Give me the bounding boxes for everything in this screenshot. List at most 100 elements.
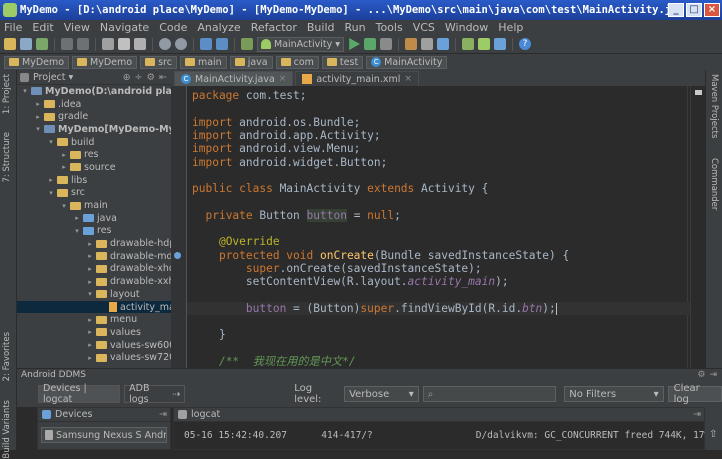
menu-item-tools[interactable]: Tools	[376, 21, 403, 34]
maven-projects-tool-tab[interactable]: Maven Projects	[709, 74, 719, 138]
redo-icon[interactable]	[77, 38, 89, 50]
collapsed-arrow-icon[interactable]: ▸	[86, 316, 94, 324]
override-marker-icon[interactable]	[174, 252, 181, 259]
breadcrumb-item[interactable]: MyDemo	[4, 55, 70, 69]
expanded-arrow-icon[interactable]: ▾	[34, 125, 42, 133]
help-icon[interactable]: ?	[519, 38, 531, 50]
breadcrumb-item[interactable]: src	[140, 55, 177, 69]
minimize-button[interactable]: _	[668, 3, 684, 17]
tree-node[interactable]: ▸ libs	[17, 174, 171, 187]
debug-icon[interactable]	[364, 38, 376, 50]
expanded-arrow-icon[interactable]: ▾	[86, 290, 94, 298]
tree-node[interactable]: ▸ menu	[17, 313, 171, 326]
tree-node[interactable]: ▸ values	[17, 326, 171, 339]
project-view-selector[interactable]: Project ▾	[33, 72, 73, 83]
collapsed-arrow-icon[interactable]: ▸	[86, 341, 94, 349]
stop-icon[interactable]	[380, 38, 392, 50]
menu-item-edit[interactable]: Edit	[32, 21, 53, 34]
gear-icon[interactable]: ⚙	[697, 370, 705, 380]
menu-item-help[interactable]: Help	[498, 21, 523, 34]
breadcrumb-item[interactable]: MyDemo	[72, 55, 138, 69]
structure-tool-tab[interactable]: 7: Structure	[2, 132, 12, 183]
tree-node[interactable]: ▸ res	[17, 148, 171, 161]
sdk-icon[interactable]	[494, 38, 506, 50]
tab-devices-logcat[interactable]: Devices | logcat	[38, 383, 121, 405]
tree-node[interactable]: ▾ res	[17, 225, 171, 238]
close-button[interactable]: ×	[704, 3, 720, 17]
device-select[interactable]: Samsung Nexus S Android ▾	[41, 427, 167, 443]
tree-node[interactable]: ▾ main	[17, 199, 171, 212]
tree-node[interactable]: ▾ MyDemo (D:\android place\MyDemo)	[17, 85, 171, 98]
commander-tool-tab[interactable]: Commander	[709, 158, 719, 210]
collapse-all-icon[interactable]: ÷	[135, 72, 143, 83]
make-icon[interactable]	[241, 38, 253, 50]
menu-item-refactor[interactable]: Refactor	[251, 21, 297, 34]
editor-scrollbar[interactable]	[690, 86, 705, 368]
breadcrumb-item[interactable]: C MainActivity	[366, 55, 448, 69]
collapsed-arrow-icon[interactable]: ▸	[34, 100, 42, 108]
collapsed-arrow-icon[interactable]: ▸	[86, 265, 94, 273]
tree-node[interactable]: ▸ values-sw720dp-land	[17, 351, 171, 364]
collapsed-arrow-icon[interactable]: ▸	[86, 354, 94, 362]
collapsed-arrow-icon[interactable]: ▸	[86, 278, 94, 286]
collapsed-arrow-icon[interactable]: ▸	[86, 252, 94, 260]
pin-icon[interactable]: ⇥	[159, 409, 167, 420]
code-editor[interactable]: package com.test; import android.os.Bundl…	[187, 86, 690, 368]
expanded-arrow-icon[interactable]: ▾	[47, 138, 55, 146]
close-tab-icon[interactable]: ×	[279, 74, 287, 84]
expanded-arrow-icon[interactable]: ▾	[73, 227, 81, 235]
menu-item-file[interactable]: File	[4, 21, 22, 34]
breadcrumb-item[interactable]: test	[321, 55, 364, 69]
collapsed-arrow-icon[interactable]: ▸	[73, 214, 81, 222]
tree-node[interactable]: ▾ MyDemo [MyDemo-MyDemo]	[17, 123, 171, 136]
paste-icon[interactable]	[134, 38, 146, 50]
menu-item-window[interactable]: Window	[445, 21, 488, 34]
menu-item-code[interactable]: Code	[159, 21, 187, 34]
gear-icon[interactable]: ⚙	[147, 72, 156, 83]
copy-icon[interactable]	[118, 38, 130, 50]
log-level-select[interactable]: Verbose ▾	[344, 386, 419, 402]
back-icon[interactable]	[200, 38, 212, 50]
menu-item-run[interactable]: Run	[345, 21, 366, 34]
collapsed-arrow-icon[interactable]: ▸	[86, 328, 94, 336]
breadcrumb-item[interactable]: main	[179, 55, 227, 69]
project-structure-icon[interactable]	[421, 38, 433, 50]
tree-node[interactable]: ▾ src	[17, 187, 171, 200]
pin-icon[interactable]: ⇥	[693, 409, 701, 420]
tree-node[interactable]: ▸ gradle	[17, 110, 171, 123]
tree-node[interactable]: ▸ drawable-xxhdpi	[17, 275, 171, 288]
menu-item-view[interactable]: View	[64, 21, 90, 34]
cut-icon[interactable]	[102, 38, 114, 50]
breadcrumb-item[interactable]: java	[229, 55, 273, 69]
collapsed-arrow-icon[interactable]: ▸	[34, 113, 42, 121]
collapsed-arrow-icon[interactable]: ▸	[47, 176, 55, 184]
tree-node[interactable]: ▸ source	[17, 161, 171, 174]
tree-node[interactable]: ▸ drawable-mdpi	[17, 250, 171, 263]
tree-node[interactable]: ▾ layout	[17, 288, 171, 301]
clear-log-button[interactable]: Clear log	[667, 383, 722, 405]
sync-tree-icon[interactable]: ⊕	[123, 72, 131, 83]
save-icon[interactable]	[20, 38, 32, 50]
favorites-tool-tab[interactable]: 2: Favorites	[2, 332, 12, 381]
tree-node[interactable]: ▸ values-sw600dp	[17, 339, 171, 352]
run-icon[interactable]	[349, 38, 360, 50]
tree-node[interactable]: ▸ drawable-hdpi	[17, 237, 171, 250]
run-configuration-select[interactable]: MainActivity ▾	[257, 36, 344, 52]
editor-tab[interactable]: activity_main.xml ×	[295, 71, 419, 86]
hide-panel-icon[interactable]: ⇤	[159, 72, 167, 83]
project-tool-tab[interactable]: 1: Project	[2, 74, 12, 114]
tree-node[interactable]: ▸ java	[17, 212, 171, 225]
undo-icon[interactable]	[61, 38, 73, 50]
tree-node[interactable]: ▾ build	[17, 136, 171, 149]
scroll-up-icon[interactable]: ⇧	[709, 429, 717, 440]
menu-item-build[interactable]: Build	[307, 21, 335, 34]
tree-node[interactable]: ▸ .idea	[17, 98, 171, 111]
menu-item-vcs[interactable]: VCS	[413, 21, 435, 34]
hide-panel-icon[interactable]: ⇥	[709, 370, 717, 380]
expanded-arrow-icon[interactable]: ▾	[21, 87, 29, 95]
expanded-arrow-icon[interactable]: ▾	[60, 202, 68, 210]
editor-tab[interactable]: C MainActivity.java ×	[174, 71, 294, 86]
log-filter-select[interactable]: No Filters ▾	[564, 386, 664, 402]
tree-node[interactable]: ▸ drawable-xhdpi	[17, 263, 171, 276]
avd-manager-icon[interactable]	[462, 38, 474, 50]
